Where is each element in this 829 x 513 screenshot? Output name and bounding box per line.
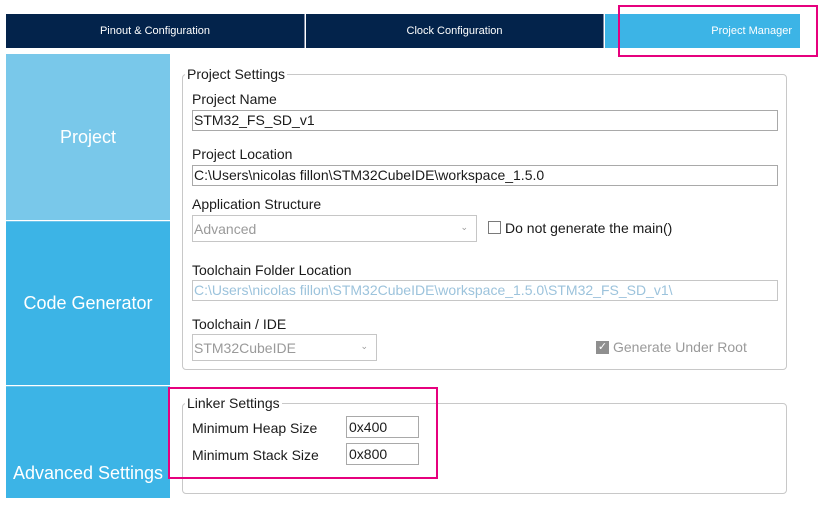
chevron-down-icon: ⌄ [360, 341, 368, 351]
toolchain-folder-label: Toolchain Folder Location [192, 262, 352, 278]
sidebar: Project Code Generator Advanced Settings [6, 52, 170, 498]
sidebar-item-advanced-settings[interactable]: Advanced Settings [6, 386, 170, 498]
project-location-label: Project Location [192, 146, 293, 162]
linker-settings-group: Linker Settings Minimum Heap Size 0x400 … [182, 395, 787, 494]
application-structure-value: Advanced [194, 221, 257, 237]
project-location-field[interactable]: C:\Users\nicolas fillon\STM32CubeIDE\wor… [192, 165, 778, 186]
tab-project-manager[interactable]: Project Manager [605, 14, 800, 48]
stack-size-input[interactable]: 0x800 [346, 443, 419, 465]
toolchain-ide-value: STM32CubeIDE [194, 340, 296, 356]
application-structure-select[interactable]: Advanced ⌄ [192, 215, 477, 242]
project-settings-title: Project Settings [185, 66, 288, 82]
stack-size-label: Minimum Stack Size [192, 447, 319, 463]
no-main-label: Do not generate the main() [505, 220, 673, 236]
toolchain-ide-select[interactable]: STM32CubeIDE ⌄ [192, 334, 377, 361]
project-name-label: Project Name [192, 91, 277, 107]
project-settings-group: Project Settings Project Name STM32_FS_S… [182, 66, 787, 370]
sidebar-item-code-generator[interactable]: Code Generator [6, 221, 170, 385]
chevron-down-icon: ⌄ [460, 222, 468, 232]
heap-size-input[interactable]: 0x400 [346, 416, 419, 438]
sidebar-item-project[interactable]: Project [6, 54, 170, 220]
tab-pinout-configuration[interactable]: Pinout & Configuration [6, 14, 305, 48]
linker-settings-title: Linker Settings [185, 395, 282, 411]
toolchain-folder-field: C:\Users\nicolas fillon\STM32CubeIDE\wor… [192, 280, 778, 301]
application-structure-label: Application Structure [192, 196, 322, 212]
generate-under-root-label: Generate Under Root [613, 339, 747, 355]
heap-size-label: Minimum Heap Size [192, 420, 318, 436]
no-main-checkbox[interactable] [488, 221, 501, 234]
generate-under-root-checkbox[interactable]: ✓ [596, 341, 609, 354]
tab-clock-configuration[interactable]: Clock Configuration [306, 14, 604, 48]
project-name-field[interactable]: STM32_FS_SD_v1 [192, 110, 778, 131]
toolchain-ide-label: Toolchain / IDE [192, 316, 287, 332]
top-tab-bar: Pinout & Configuration Clock Configurati… [6, 14, 800, 48]
